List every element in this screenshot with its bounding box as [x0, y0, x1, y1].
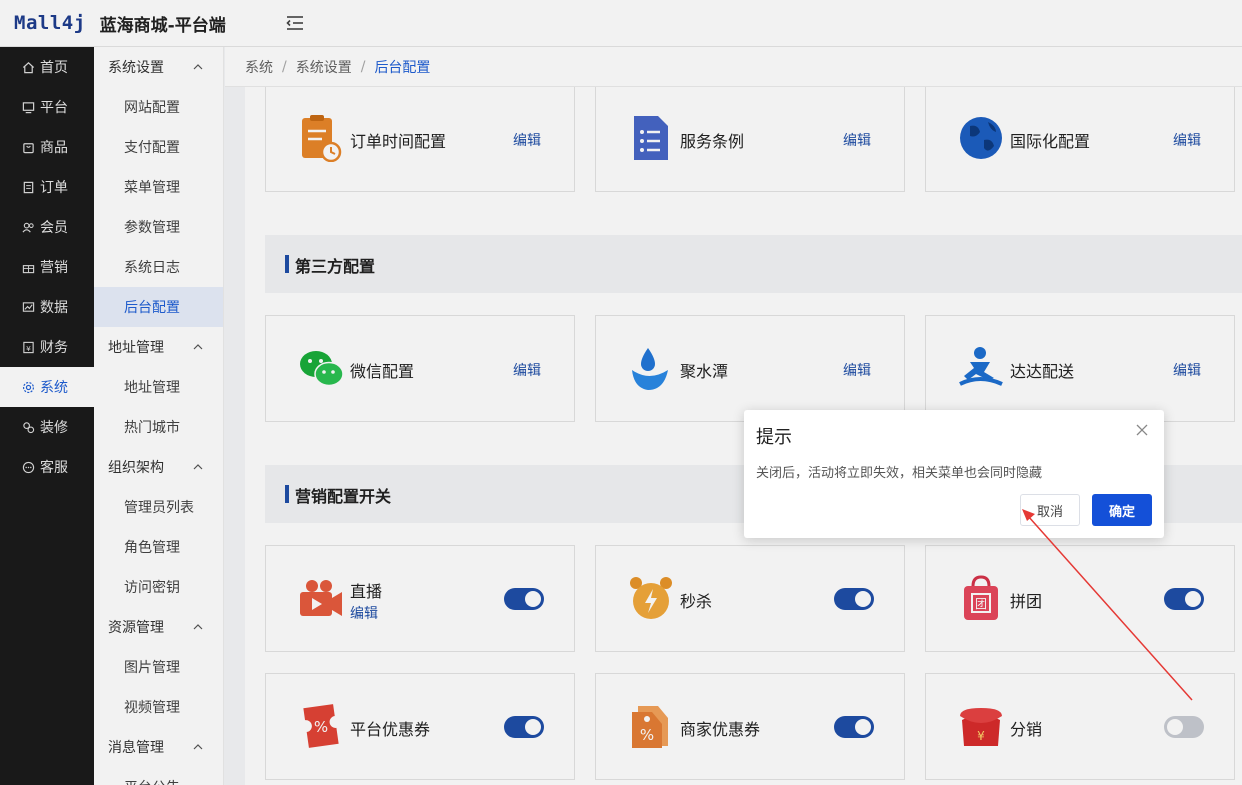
cancel-button[interactable]: 取消: [1020, 494, 1080, 526]
close-icon[interactable]: [1134, 422, 1150, 438]
confirm-button[interactable]: 确定: [1092, 494, 1152, 526]
dialog-title: 提示: [756, 427, 792, 448]
dialog-message: 关闭后，活动将立即失效，相关菜单也会同时隐藏: [756, 466, 1043, 481]
modal-overlay: [0, 0, 1242, 785]
confirm-dialog: 提示 关闭后，活动将立即失效，相关菜单也会同时隐藏 取消 确定: [744, 410, 1164, 538]
